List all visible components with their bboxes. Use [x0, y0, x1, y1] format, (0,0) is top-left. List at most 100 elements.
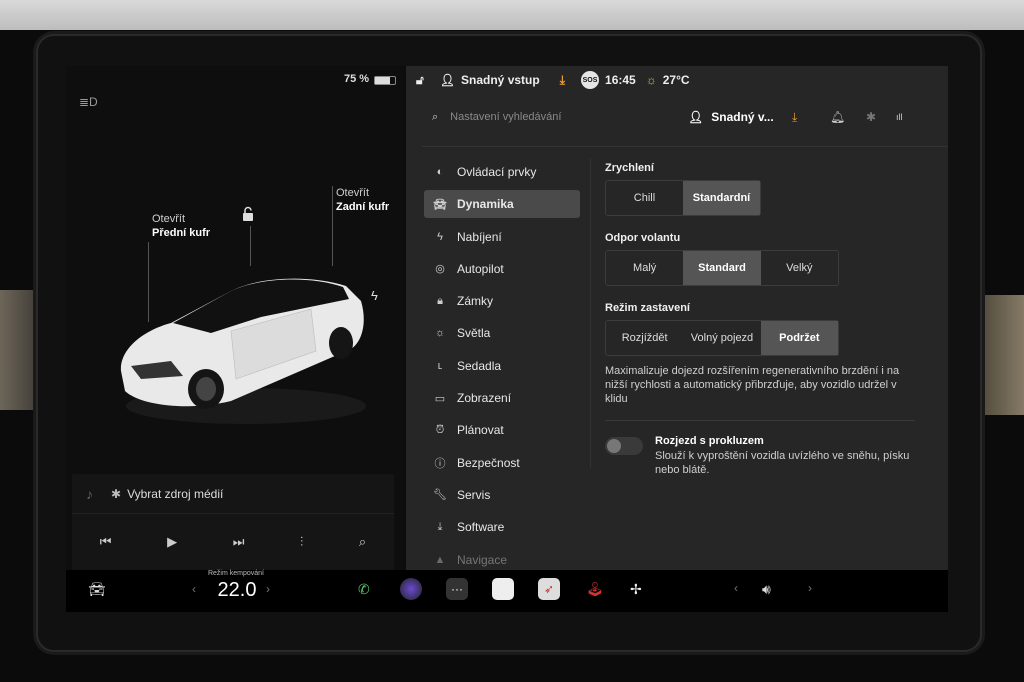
menu-item-label: Dynamika — [457, 197, 514, 212]
acceleration-selector: Chill Standardní — [605, 180, 761, 216]
sun-icon: ☼ — [434, 327, 446, 340]
volume-up-chevron-icon[interactable]: › — [808, 581, 812, 595]
header-divider — [422, 146, 948, 147]
navigation-app-icon[interactable]: ➶ — [538, 578, 560, 600]
menu-item-controls[interactable]: ◐ Ovládací prvky — [424, 158, 580, 186]
menu-item-label: Software — [457, 520, 505, 535]
sos-icon[interactable]: SOS — [581, 71, 600, 89]
volume-icon[interactable]: 🔊︎ — [762, 581, 771, 598]
headlight-icon[interactable]: ≣D — [79, 95, 99, 109]
menu-item-software[interactable]: ⤓ Software — [424, 513, 580, 541]
menu-item-label: Ovládací prvky — [457, 165, 537, 179]
bluetooth-icon: ✱ — [111, 486, 122, 501]
slip-start-text: Rozjezd s prokluzem Slouží k vyproštění … — [655, 435, 915, 477]
stopping-option-roll[interactable]: Volný pojezd — [683, 321, 760, 355]
joystick-app-icon[interactable]: 🕹︎ — [586, 581, 604, 598]
profile-icon: 👤︎ — [439, 73, 456, 87]
notes-app-icon[interactable] — [492, 578, 514, 600]
rear-trunk-action: Otevřít — [336, 187, 370, 199]
menu-item-dynamics[interactable]: 🚘︎ Dynamika — [424, 190, 580, 219]
front-trunk-action: Otevřít — [152, 213, 186, 225]
display-icon: ▭ — [434, 392, 446, 405]
volume-down-chevron-icon[interactable]: ‹ — [734, 581, 738, 595]
taskbar: 🚘︎ ‹ Režim kempování 22.0 › ✆ ··· ➶ 🕹︎ ✢… — [66, 570, 948, 612]
camp-mode-label: Režim kempování — [207, 570, 265, 577]
charge-port-icon[interactable]: ϟ — [371, 288, 378, 303]
user-profile-button[interactable]: 👤︎ Snadný v... — [688, 110, 774, 124]
car-image — [120, 278, 366, 424]
more-apps-icon[interactable]: ··· — [446, 578, 468, 600]
settings-panel: 🔓︎ 👤︎ Snadný vstup ⤓ SOS 16:45 ☼ 27°C ⌕ … — [406, 66, 948, 570]
menu-item-lights[interactable]: ☼ Světla — [424, 319, 580, 347]
status-profile-name[interactable]: Snadný vstup — [461, 73, 540, 87]
battery-icon — [374, 76, 396, 85]
play-icon[interactable]: ▶ — [167, 534, 177, 550]
temp-down-chevron-icon[interactable]: ‹ — [192, 582, 196, 596]
menu-item-service[interactable]: 🔧︎ Servis — [424, 481, 580, 509]
acceleration-title: Zrychlení — [605, 162, 654, 174]
download-icon[interactable]: ⤓ — [792, 110, 797, 125]
menu-item-display[interactable]: ▭ Zobrazení — [424, 384, 580, 412]
rear-trunk-button[interactable]: Otevřít Zadní kufr — [336, 186, 389, 214]
temp-up-chevron-icon[interactable]: › — [266, 582, 270, 596]
menu-item-label: Sedadla — [457, 358, 502, 373]
stopping-mode-selector: Rozjíždět Volný pojezd Podržet — [605, 320, 839, 356]
slip-start-row: Rozjezd s prokluzem Slouží k vyproštění … — [605, 435, 925, 477]
bell-icon[interactable]: 🔔︎ — [830, 110, 845, 124]
steering-option-heavy[interactable]: Velký — [761, 251, 838, 285]
user-icon: 👤︎ — [688, 110, 704, 124]
stopping-mode-title: Režim zastavení — [605, 302, 690, 314]
camera-app-icon[interactable] — [400, 578, 422, 600]
menu-item-seats[interactable]: ʟ Sedadla — [424, 352, 580, 380]
unlock-icon[interactable] — [240, 206, 256, 222]
seat-icon: ʟ — [437, 359, 443, 372]
steering-title: Odpor volantu — [605, 232, 681, 244]
dynamics-settings: Zrychlení Chill Standardní Odpor volantu… — [605, 162, 925, 477]
settings-search-row: ⌕ Nastavení vyhledávání 👤︎ Snadný v... ⤓… — [406, 102, 948, 132]
next-track-icon[interactable]: ⏭ — [233, 534, 245, 550]
menu-item-label: Servis — [457, 487, 491, 502]
bluetooth-status-icon[interactable]: ✱ — [866, 110, 876, 124]
menu-item-autopilot[interactable]: ◎ Autopilot — [424, 255, 580, 283]
search-icon[interactable]: ⌕ — [432, 111, 438, 124]
steering-option-light[interactable]: Malý — [606, 251, 683, 285]
stopping-option-hold[interactable]: Podržet — [760, 321, 838, 355]
front-trunk-label: Přední kufr — [152, 227, 211, 239]
media-source-row[interactable]: ♪ ✱ Vybrat zdroj médií — [72, 474, 394, 514]
media-search-icon[interactable]: ⌕ — [359, 534, 366, 550]
slip-start-description: Slouží k vyproštění vozidla uvízlého ve … — [655, 450, 910, 476]
menu-item-label: Zobrazení — [457, 391, 512, 406]
menu-item-label: Zámky — [457, 294, 493, 309]
phone-icon[interactable]: ✆ — [358, 581, 370, 598]
previous-track-icon[interactable]: ⏮ — [100, 534, 112, 550]
menu-item-safety[interactable]: ⓘ Bezpečnost — [424, 449, 580, 477]
steering-selector: Malý Standard Velký — [605, 250, 839, 286]
fan-icon[interactable]: ✢ — [630, 581, 642, 598]
equalizer-icon[interactable]: ⫶ — [300, 534, 303, 550]
section-divider — [605, 420, 915, 421]
menu-item-schedule[interactable]: ⏰︎ Plánovat — [424, 416, 580, 444]
slip-start-toggle[interactable] — [605, 437, 643, 455]
download-status-icon[interactable]: ⤓ — [560, 73, 565, 88]
car-menu-icon[interactable]: 🚘︎ — [88, 581, 106, 598]
steering-option-standard[interactable]: Standard — [683, 251, 761, 285]
acceleration-option-standard[interactable]: Standardní — [683, 181, 760, 215]
touchscreen: ≣D 75 % Otevřít Přední kufr Otevřít Zadn… — [66, 66, 948, 612]
menu-item-charging[interactable]: ϟ Nabíjení — [424, 223, 580, 251]
alarm-clock-icon: ⏰︎ — [435, 423, 445, 436]
rear-trunk-label: Zadní kufr — [336, 201, 390, 213]
stopping-option-creep[interactable]: Rozjíždět — [606, 321, 683, 355]
outside-temperature: 27°C — [662, 73, 690, 87]
settings-search-input[interactable]: Nastavení vyhledávání — [450, 111, 561, 123]
alert-circle-icon: ⓘ — [434, 457, 446, 470]
lock-status-icon[interactable]: 🔓︎ — [416, 73, 424, 88]
steering-wheel-icon: ◎ — [435, 263, 445, 276]
menu-item-label: Navigace — [457, 552, 508, 567]
front-trunk-button[interactable]: Otevřít Přední kufr — [152, 212, 210, 240]
dashboard-trim-right — [978, 295, 1024, 415]
battery-percent: 75 % — [344, 73, 370, 85]
menu-item-locks[interactable]: 🔒︎ Zámky — [424, 287, 580, 315]
acceleration-option-chill[interactable]: Chill — [606, 181, 683, 215]
status-bar: 🔓︎ 👤︎ Snadný vstup ⤓ SOS 16:45 ☼ 27°C — [406, 66, 948, 94]
cabin-temperature[interactable]: 22.0 — [209, 579, 265, 602]
